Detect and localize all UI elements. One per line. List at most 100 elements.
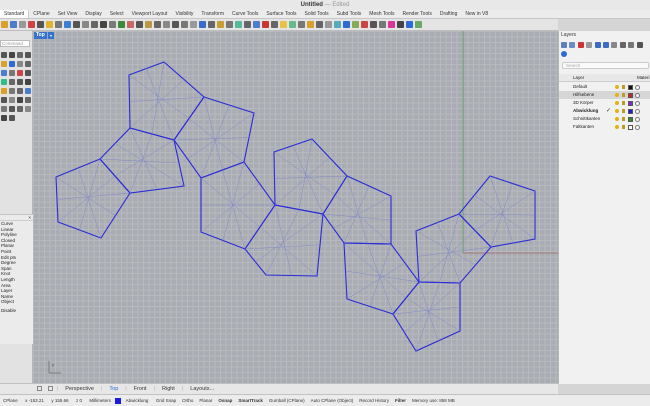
panel-options-icon[interactable] bbox=[636, 42, 643, 48]
pentagon-outline[interactable] bbox=[244, 204, 324, 277]
toolbar-tool-icon[interactable] bbox=[307, 21, 314, 28]
help-icon[interactable] bbox=[561, 51, 567, 57]
pentagon-face[interactable] bbox=[173, 96, 255, 179]
status-toggle-filter[interactable]: Filter bbox=[392, 395, 409, 406]
move-up-icon[interactable] bbox=[594, 42, 601, 48]
sidebar-tool-icon[interactable] bbox=[1, 61, 7, 67]
sidebar-tool-icon[interactable] bbox=[25, 106, 31, 112]
tab-render-tools[interactable]: Render Tools bbox=[398, 10, 435, 18]
pentagon-face[interactable] bbox=[458, 175, 536, 248]
toolbar-tool-icon[interactable] bbox=[127, 21, 134, 28]
tab-new-in-v8[interactable]: New in V8 bbox=[461, 10, 492, 18]
new-sublayer-icon[interactable] bbox=[569, 42, 576, 48]
sidebar-tool-icon[interactable] bbox=[25, 79, 31, 85]
sidebar-tool-icon[interactable] bbox=[17, 106, 23, 112]
sidebar-tool-icon[interactable] bbox=[17, 52, 23, 58]
delete-layer-icon[interactable] bbox=[577, 42, 584, 48]
lock-icon[interactable] bbox=[622, 125, 625, 129]
toolbar-tool-icon[interactable] bbox=[10, 21, 17, 28]
lock-icon[interactable] bbox=[622, 117, 625, 121]
viewport-tab-layouts[interactable]: Layouts... bbox=[184, 384, 220, 394]
tab-transform[interactable]: Transform bbox=[197, 10, 228, 18]
sidebar-tool-icon[interactable] bbox=[17, 88, 23, 94]
sidebar-tool-icon[interactable] bbox=[9, 61, 15, 67]
viewport-tab-perspective[interactable]: Perspective bbox=[59, 384, 100, 394]
viewport-menu-icon[interactable]: ▾ bbox=[47, 32, 54, 39]
visibility-bulb-icon[interactable] bbox=[615, 117, 619, 121]
status-toggle-grid-snap[interactable]: Grid Snap bbox=[153, 395, 179, 406]
object-property-footer[interactable]: Disable bbox=[0, 308, 33, 314]
toolbar-tool-icon[interactable] bbox=[352, 21, 359, 28]
toolbar-tool-icon[interactable] bbox=[370, 21, 377, 28]
toolbar-tool-icon[interactable] bbox=[415, 21, 422, 28]
layer-row[interactable]: 3D Körper bbox=[559, 99, 650, 107]
tab-solid-tools[interactable]: Solid Tools bbox=[301, 10, 333, 18]
toolbar-tool-icon[interactable] bbox=[217, 21, 224, 28]
material-icon[interactable] bbox=[635, 124, 640, 130]
toolbar-tool-icon[interactable] bbox=[181, 21, 188, 28]
layer-color-swatch[interactable] bbox=[628, 93, 633, 98]
status-toggle-record-history[interactable]: Record History bbox=[356, 395, 392, 406]
sidebar-tool-icon[interactable] bbox=[1, 52, 7, 58]
layer-search-input[interactable]: Search bbox=[562, 62, 649, 69]
sidebar-tool-icon[interactable] bbox=[17, 70, 23, 76]
tab-viewport-layout[interactable]: Viewport Layout bbox=[128, 10, 172, 18]
layer-name[interactable]: Default bbox=[573, 83, 587, 91]
tab-surface-tools[interactable]: Surface Tools bbox=[262, 10, 300, 18]
pentagon-face[interactable] bbox=[343, 242, 420, 315]
status-toggle-ortho[interactable]: Ortho bbox=[179, 395, 196, 406]
layer-name[interactable]: 3D Körper bbox=[573, 99, 594, 107]
sidebar-tool-icon[interactable] bbox=[17, 61, 23, 67]
more-options-icon[interactable] bbox=[628, 42, 635, 48]
status-toggle-auto-cplane-object[interactable]: Auto CPlane (Object) bbox=[308, 395, 357, 406]
tab-standard[interactable]: Standard bbox=[0, 10, 30, 18]
sidebar-tool-icon[interactable] bbox=[1, 106, 7, 112]
layer-name[interactable]: Hilfsebene bbox=[573, 91, 594, 99]
toolbar-tool-icon[interactable] bbox=[55, 21, 62, 28]
sidebar-tool-icon[interactable] bbox=[25, 52, 31, 58]
status-units[interactable]: Millimeters bbox=[86, 395, 114, 406]
toolbar-tool-icon[interactable] bbox=[100, 21, 107, 28]
toolbar-tool-icon[interactable] bbox=[46, 21, 53, 28]
layer-color-swatch[interactable] bbox=[628, 125, 633, 130]
pentagon-outline[interactable] bbox=[173, 96, 255, 179]
viewport-tab-front[interactable]: Front bbox=[128, 384, 153, 394]
sidebar-tool-icon[interactable] bbox=[1, 97, 7, 103]
toolbar-tool-icon[interactable] bbox=[226, 21, 233, 28]
sidebar-tool-icon[interactable] bbox=[9, 88, 15, 94]
sidebar-tool-icon[interactable] bbox=[25, 61, 31, 67]
pentagon-face[interactable] bbox=[273, 138, 348, 215]
material-column-header[interactable]: Materi bbox=[637, 74, 650, 82]
toolbar-tool-icon[interactable] bbox=[28, 21, 35, 28]
pentagon-outline[interactable] bbox=[343, 242, 420, 315]
tab-display[interactable]: Display bbox=[81, 10, 105, 18]
sidebar-tool-icon[interactable] bbox=[1, 70, 7, 76]
toolbar-tool-icon[interactable] bbox=[163, 21, 170, 28]
sidebar-tool-icon[interactable] bbox=[9, 106, 15, 112]
visibility-bulb-icon[interactable] bbox=[615, 101, 619, 105]
status-toggle-osnap[interactable]: Osnap bbox=[215, 395, 235, 406]
layer-color-swatch[interactable] bbox=[628, 101, 633, 106]
layer-row[interactable]: Faltkanten bbox=[559, 123, 650, 131]
sidebar-tool-icon[interactable] bbox=[9, 70, 15, 76]
toolbar-tool-icon[interactable] bbox=[271, 21, 278, 28]
tab-mesh-tools[interactable]: Mesh Tools bbox=[365, 10, 398, 18]
tab-visibility[interactable]: Visibility bbox=[171, 10, 197, 18]
layer-row[interactable]: Default bbox=[559, 83, 650, 91]
toolbar-tool-icon[interactable] bbox=[253, 21, 260, 28]
status-toggle-gumball-cplane[interactable]: Gumball (CPlane) bbox=[266, 395, 308, 406]
layer-color-swatch[interactable] bbox=[628, 85, 633, 90]
status-cplane[interactable]: CPlane bbox=[0, 395, 21, 406]
pentagon-face[interactable] bbox=[415, 213, 492, 284]
material-icon[interactable] bbox=[635, 92, 640, 98]
viewport-tab-right[interactable]: Right bbox=[156, 384, 181, 394]
toolbar-tool-icon[interactable] bbox=[361, 21, 368, 28]
visibility-bulb-icon[interactable] bbox=[615, 125, 619, 129]
toolbar-tool-icon[interactable] bbox=[82, 21, 89, 28]
top-viewport[interactable]: Top ▾ y bbox=[33, 31, 558, 383]
toolbar-tool-icon[interactable] bbox=[379, 21, 386, 28]
viewport-layout-icon[interactable] bbox=[48, 386, 54, 392]
sidebar-tool-icon[interactable] bbox=[9, 52, 15, 58]
toolbar-tool-icon[interactable] bbox=[199, 21, 206, 28]
pentagon-outline[interactable] bbox=[200, 161, 276, 250]
